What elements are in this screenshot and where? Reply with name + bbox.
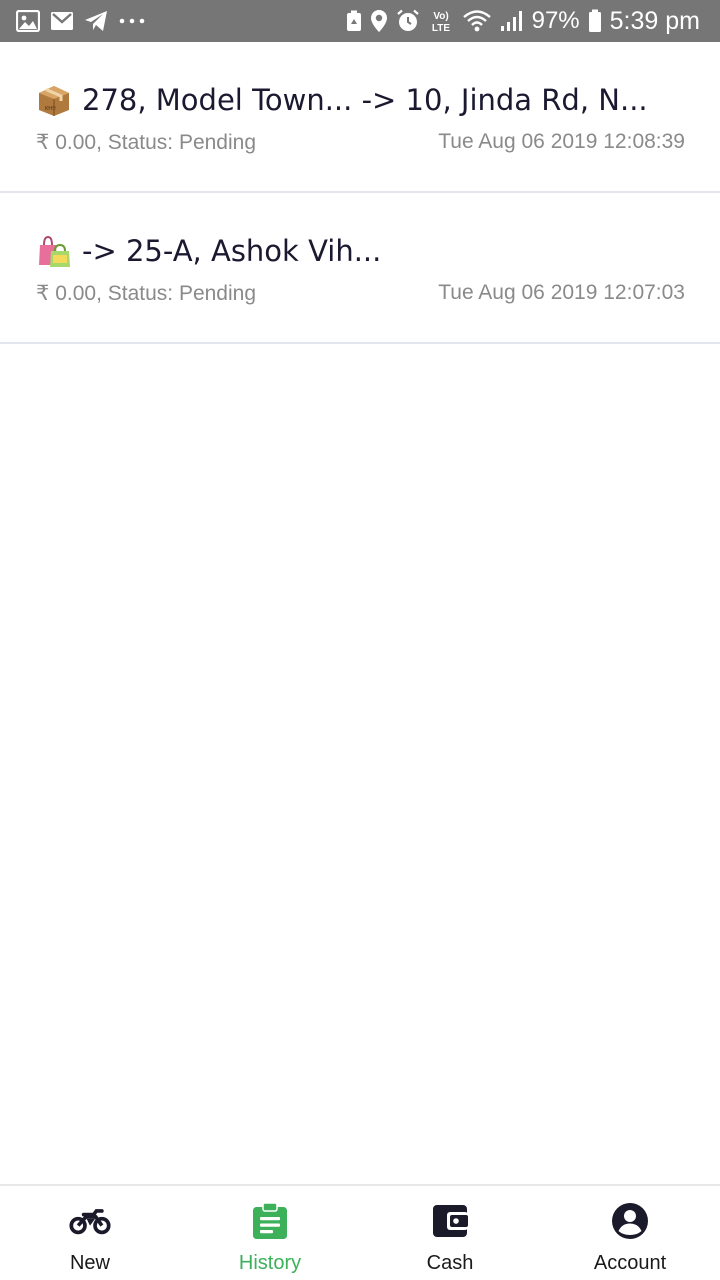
package-icon: KH!! <box>36 82 72 118</box>
battery-icon <box>588 9 602 33</box>
battery-percent: 97% <box>531 7 580 34</box>
order-route: -> 25-A, Ashok Vih... <box>82 234 382 268</box>
clipboard-icon <box>249 1202 291 1240</box>
gmail-icon <box>50 11 74 31</box>
motorbike-icon <box>69 1202 111 1240</box>
order-list-item[interactable]: -> 25-A, Ashok Vih... ₹ 0.00, Status: Pe… <box>0 193 720 344</box>
wifi-icon <box>462 9 492 33</box>
account-circle-icon <box>609 1202 651 1240</box>
status-bar: Vo) LTE 97% 5:39 pm <box>0 0 720 42</box>
more-dots-icon <box>118 17 146 25</box>
nav-label: New <box>69 1252 110 1274</box>
order-list-item[interactable]: KH!! 278, Model Town... -> 10, Jinda Rd,… <box>0 42 720 193</box>
location-icon <box>370 9 388 33</box>
nav-item-history[interactable]: History <box>180 1186 360 1280</box>
nav-item-cash[interactable]: Cash <box>360 1186 540 1280</box>
order-timestamp: Tue Aug 06 2019 12:07:03 <box>438 281 685 304</box>
bottom-navigation: New History Cash Account <box>0 1184 720 1280</box>
order-history-list: KH!! 278, Model Town... -> 10, Jinda Rd,… <box>0 42 720 344</box>
signal-icon <box>500 10 524 32</box>
order-timestamp: Tue Aug 06 2019 12:08:39 <box>438 130 685 153</box>
clock: 5:39 pm <box>609 6 700 35</box>
gallery-icon <box>16 10 40 32</box>
wallet-icon <box>429 1202 471 1240</box>
svg-text:LTE: LTE <box>432 23 450 34</box>
nav-item-account[interactable]: Account <box>540 1186 720 1280</box>
nav-item-new[interactable]: New <box>0 1186 180 1280</box>
nav-label: Account <box>593 1252 667 1274</box>
order-price-status: ₹ 0.00, Status: Pending <box>36 282 257 305</box>
telegram-icon <box>84 10 108 32</box>
alarm-icon <box>396 9 420 33</box>
svg-text:Vo): Vo) <box>433 11 448 22</box>
system-icons: Vo) LTE 97% 5:39 pm <box>346 0 700 42</box>
order-price-status: ₹ 0.00, Status: Pending <box>36 131 257 154</box>
svg-text:KH!!: KH!! <box>45 106 56 112</box>
volte-icon: Vo) LTE <box>428 8 454 34</box>
order-route: 278, Model Town... -> 10, Jinda Rd, N... <box>82 83 648 117</box>
battery-saver-icon <box>346 10 362 32</box>
nav-label: History <box>238 1252 302 1274</box>
shopping-bags-icon <box>36 233 72 269</box>
order-title-row: KH!! 278, Model Town... -> 10, Jinda Rd,… <box>36 82 696 118</box>
nav-label: Cash <box>426 1252 474 1274</box>
order-title-row: -> 25-A, Ashok Vih... <box>36 233 696 269</box>
notification-icons <box>16 0 146 42</box>
